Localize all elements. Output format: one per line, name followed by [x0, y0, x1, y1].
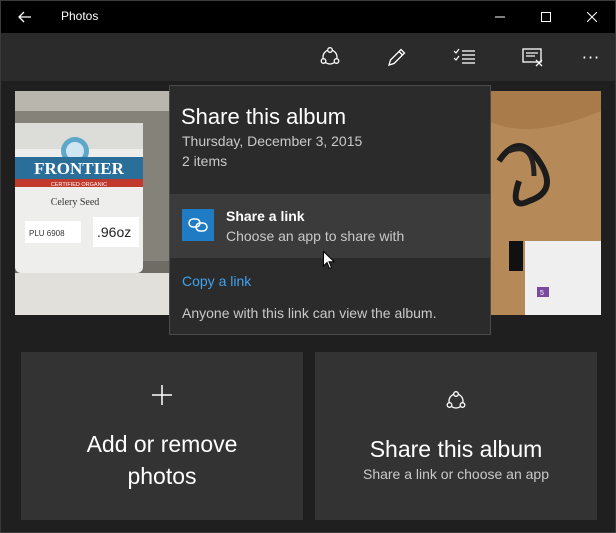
share-icon: [446, 391, 466, 409]
share-this-album-tile[interactable]: Share this album Share a link or choose …: [315, 352, 597, 520]
slideshow-icon: [522, 48, 543, 67]
select-list-icon: [453, 48, 475, 64]
edit-button[interactable]: [373, 33, 421, 81]
back-button[interactable]: [5, 1, 45, 33]
brand-text: FRONTIER: [34, 159, 124, 178]
album-photo-2[interactable]: 5: [489, 91, 601, 315]
share-icon: [320, 47, 340, 65]
title-bar: Photos: [1, 1, 615, 33]
album-photo-1[interactable]: FRONTIER CERTIFIED ORGANIC Celery Seed P…: [15, 91, 169, 315]
plus-icon: [152, 385, 172, 405]
app-title: Photos: [61, 9, 99, 23]
share-album-title: Share this album: [369, 436, 543, 462]
close-button[interactable]: [569, 1, 615, 33]
slideshow-button[interactable]: [509, 33, 557, 81]
share-album-flyout: Share this album Thursday, December 3, 2…: [169, 85, 491, 335]
box-badge-text: 5: [540, 290, 544, 297]
product-name-text: Celery Seed: [51, 197, 100, 208]
add-or-remove-photos-tile[interactable]: Add or remove photos: [21, 352, 303, 520]
share-link-title: Share a link: [226, 208, 305, 224]
share-link-subtitle: Choose an app to share with: [226, 228, 405, 244]
maximize-icon: [541, 12, 551, 22]
album-item-count: 2 items: [182, 153, 228, 169]
maximize-button[interactable]: [523, 1, 569, 33]
photos-window: Photos ··· FRONTIER CERTIFIED ORGANIC Ce…: [0, 0, 616, 533]
share-a-link-option[interactable]: Share a link Choose an app to share with: [170, 194, 490, 258]
plu-text: PLU 6908: [29, 229, 65, 238]
copy-link[interactable]: Copy a link: [182, 273, 251, 289]
share-button[interactable]: [306, 33, 354, 81]
close-icon: [587, 12, 597, 22]
share-link-tile: [182, 209, 214, 241]
cable-photo: 5: [489, 91, 601, 315]
mouse-cursor-icon: [323, 251, 335, 270]
album-date: Thursday, December 3, 2015: [182, 133, 363, 149]
link-visibility-note: Anyone with this link can view the album…: [182, 305, 437, 321]
pencil-icon: [388, 48, 406, 66]
minimize-button[interactable]: [477, 1, 523, 33]
organic-text: CERTIFIED ORGANIC: [51, 182, 107, 188]
add-or-remove-photos-label: Add or remove photos: [86, 431, 238, 489]
back-arrow-icon: [18, 11, 31, 23]
command-bar: ···: [1, 33, 615, 81]
link-icon: [188, 218, 208, 232]
more-button[interactable]: ···: [567, 33, 615, 81]
celery-seed-photo: FRONTIER CERTIFIED ORGANIC Celery Seed P…: [15, 91, 169, 315]
select-button[interactable]: [441, 33, 489, 81]
more-icon: ···: [581, 47, 601, 67]
minimize-icon: [495, 16, 505, 18]
flyout-title: Share this album: [181, 104, 347, 129]
share-album-subtitle: Share a link or choose an app: [362, 466, 549, 482]
weight-text: .96oz: [97, 224, 131, 240]
